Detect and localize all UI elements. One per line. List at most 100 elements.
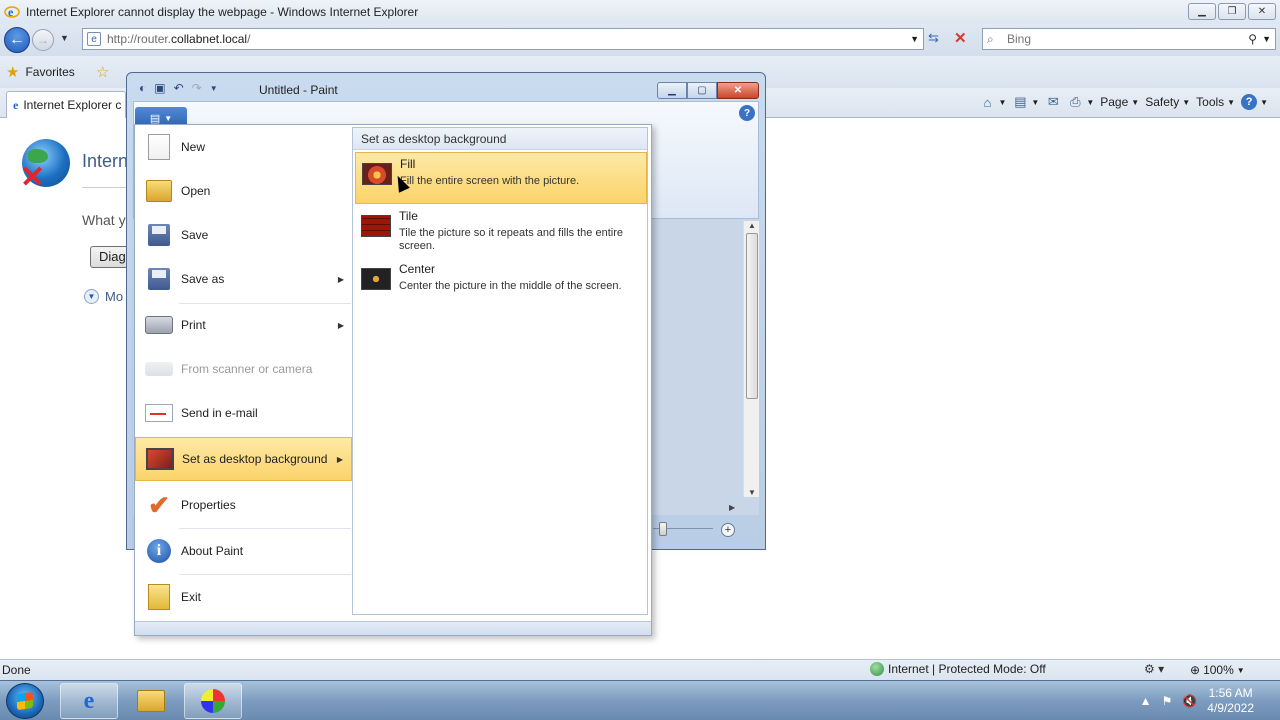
expand-chevron-icon: ▼ <box>84 289 99 304</box>
submenu-arrow-icon: ▶ <box>337 274 344 284</box>
app-menu-commands: New Open Save Save as ▶ Print ▶ From sca… <box>135 125 352 621</box>
menu-item-about-paint[interactable]: i About Paint <box>135 529 352 573</box>
search-input[interactable] <box>1007 32 1237 46</box>
submenu-arrow-icon: ▶ <box>337 320 344 330</box>
ie-close-button[interactable]: ✕ <box>1248 3 1276 20</box>
print-button[interactable]: ⎙ ▼ <box>1067 94 1094 110</box>
paint-titlebar: ◐ ▣ ↶ ↷ ▼ Untitled - Paint ▁ ▢ ✕ <box>127 73 765 101</box>
favorites-button[interactable]: ★ Favorites <box>6 63 75 81</box>
refresh-icon[interactable]: ⇆ <box>928 30 946 48</box>
vertical-scrollbar[interactable]: ▲ ▼ <box>743 221 759 497</box>
qat-undo-icon[interactable]: ↶ <box>174 81 184 95</box>
more-information-link[interactable]: ▼ Mo <box>84 289 123 304</box>
search-box[interactable]: ⌕ ⚲ ▼ <box>982 28 1276 50</box>
status-text: Done <box>2 663 31 677</box>
submenu-header: Set as desktop background <box>353 128 647 150</box>
desktop-background-submenu: Set as desktop background Fill Fill the … <box>352 127 648 615</box>
tab-ie-icon: e <box>13 97 19 112</box>
action-center-icon[interactable]: ⚑ <box>1162 694 1173 708</box>
ie-restore-button[interactable]: ❐ <box>1218 3 1246 20</box>
menu-item-save-as[interactable]: Save as ▶ <box>135 257 352 301</box>
menu-item-properties[interactable]: ✔ Properties <box>135 483 352 527</box>
tools-menu[interactable]: Tools ▼ <box>1196 95 1235 109</box>
error-heading: Intern <box>82 151 129 171</box>
folder-icon <box>137 690 165 712</box>
zoom-slider[interactable] <box>653 522 713 536</box>
scroll-up-icon[interactable]: ▲ <box>748 221 756 230</box>
address-url[interactable]: http://router.collabnet.local/ <box>107 32 250 46</box>
error-body-text: What y <box>82 212 126 228</box>
paint-close-button[interactable]: ✕ <box>717 82 759 99</box>
submenu-item-center[interactable]: Center Center the picture in the middle … <box>355 258 647 310</box>
back-button[interactable]: ← <box>4 27 30 53</box>
forward-button[interactable]: → <box>32 29 54 51</box>
menu-item-new[interactable]: New <box>135 125 352 169</box>
search-icon[interactable]: ⚲ <box>1248 32 1257 46</box>
rss-icon: ▤ <box>1014 94 1027 109</box>
search-options-icon[interactable]: ▼ <box>1262 34 1271 44</box>
scroll-thumb[interactable] <box>746 233 758 399</box>
address-bar[interactable]: e http://router.collabnet.local/ ▼ <box>82 28 924 50</box>
mail-icon: ✉ <box>1047 94 1059 109</box>
history-dropdown-icon[interactable]: ▼ <box>60 33 69 43</box>
submenu-item-tile[interactable]: Tile Tile the picture so it repeats and … <box>355 205 647 257</box>
paint-minimize-button[interactable]: ▁ <box>657 82 687 99</box>
fill-thumbnail-icon <box>362 163 392 185</box>
zoom-in-button[interactable]: + <box>721 523 735 537</box>
internet-zone-icon <box>870 662 884 676</box>
read-mail-button[interactable]: ✉ <box>1045 94 1061 110</box>
protected-mode-icon[interactable]: ⚙ ▾ <box>1144 662 1164 676</box>
address-dropdown-icon[interactable]: ▼ <box>910 34 919 44</box>
quick-access-toolbar: ◐ ▣ ↶ ↷ ▼ <box>139 81 218 95</box>
taskbar-ie-button[interactable]: e <box>60 683 118 719</box>
page-icon: e <box>87 32 101 46</box>
paint-app-icon: ◐ <box>139 81 147 95</box>
scroll-right-icon[interactable]: ▶ <box>729 503 735 512</box>
system-tray: ▲ ⚑ 🔇 1:56 AM 4/9/2022 <box>1140 681 1280 720</box>
menu-item-exit[interactable]: Exit <box>135 575 352 619</box>
paint-window-title: Untitled - Paint <box>259 83 338 97</box>
clock[interactable]: 1:56 AM 4/9/2022 <box>1207 686 1254 716</box>
stop-icon[interactable]: ✕ <box>954 29 972 47</box>
app-menu-footer <box>135 621 651 635</box>
paint-maximize-button[interactable]: ▢ <box>687 82 717 99</box>
qat-save-icon[interactable]: ▣ <box>154 81 165 95</box>
menu-item-print[interactable]: Print ▶ <box>135 303 352 347</box>
help-menu[interactable]: ? ▼ <box>1241 94 1268 110</box>
page-menu[interactable]: Page ▼ <box>1100 95 1139 109</box>
ie-titlebar: e Internet Explorer cannot display the w… <box>0 0 1280 24</box>
qat-redo-icon[interactable]: ↷ <box>192 81 202 95</box>
menu-item-save[interactable]: Save <box>135 213 352 257</box>
taskbar-explorer-button[interactable] <box>122 683 180 719</box>
volume-muted-icon[interactable]: 🔇 <box>1182 694 1197 708</box>
print-icon: ⎙ <box>1070 94 1081 109</box>
email-icon <box>143 397 175 429</box>
desktop-background-icon <box>144 443 176 475</box>
app-menu-icon: ▤ <box>149 112 161 125</box>
show-hidden-icons-icon[interactable]: ▲ <box>1140 694 1152 708</box>
home-button[interactable]: ⌂ ▼ <box>979 94 1007 110</box>
add-favorite-icon[interactable]: ☆ <box>96 63 109 81</box>
menu-item-send-email[interactable]: Send in e-mail <box>135 391 352 435</box>
menu-item-set-desktop-background[interactable]: Set as desktop background ▶ <box>135 437 352 481</box>
properties-check-icon: ✔ <box>148 489 170 520</box>
paint-help-button[interactable]: ? <box>739 105 755 121</box>
taskbar-paint-button[interactable] <box>184 683 242 719</box>
ie-status-bar: Done Internet | Protected Mode: Off ⚙ ▾ … <box>0 659 1280 680</box>
search-provider-icon: ⌕ <box>987 31 994 46</box>
scroll-down-icon[interactable]: ▼ <box>748 488 756 497</box>
safety-menu[interactable]: Safety ▼ <box>1145 95 1190 109</box>
ie-logo-icon: e <box>4 4 20 20</box>
zoom-slider-knob[interactable] <box>659 522 667 536</box>
ie-window-title: Internet Explorer cannot display the web… <box>26 5 419 19</box>
ie-minimize-button[interactable]: ▁ <box>1188 3 1216 20</box>
ie-tab[interactable]: e Internet Explorer c <box>6 91 126 118</box>
start-button[interactable] <box>6 683 44 719</box>
menu-item-open[interactable]: Open <box>135 169 352 213</box>
ie-icon: e <box>83 687 95 714</box>
zoom-level-button[interactable]: ⊕ 100% ▼ <box>1190 663 1245 677</box>
qat-customize-icon[interactable]: ▼ <box>210 84 218 93</box>
zoom-icon: ⊕ <box>1190 663 1201 677</box>
feeds-button[interactable]: ▤ ▼ <box>1012 94 1039 110</box>
security-zone[interactable]: Internet | Protected Mode: Off <box>870 662 1046 676</box>
